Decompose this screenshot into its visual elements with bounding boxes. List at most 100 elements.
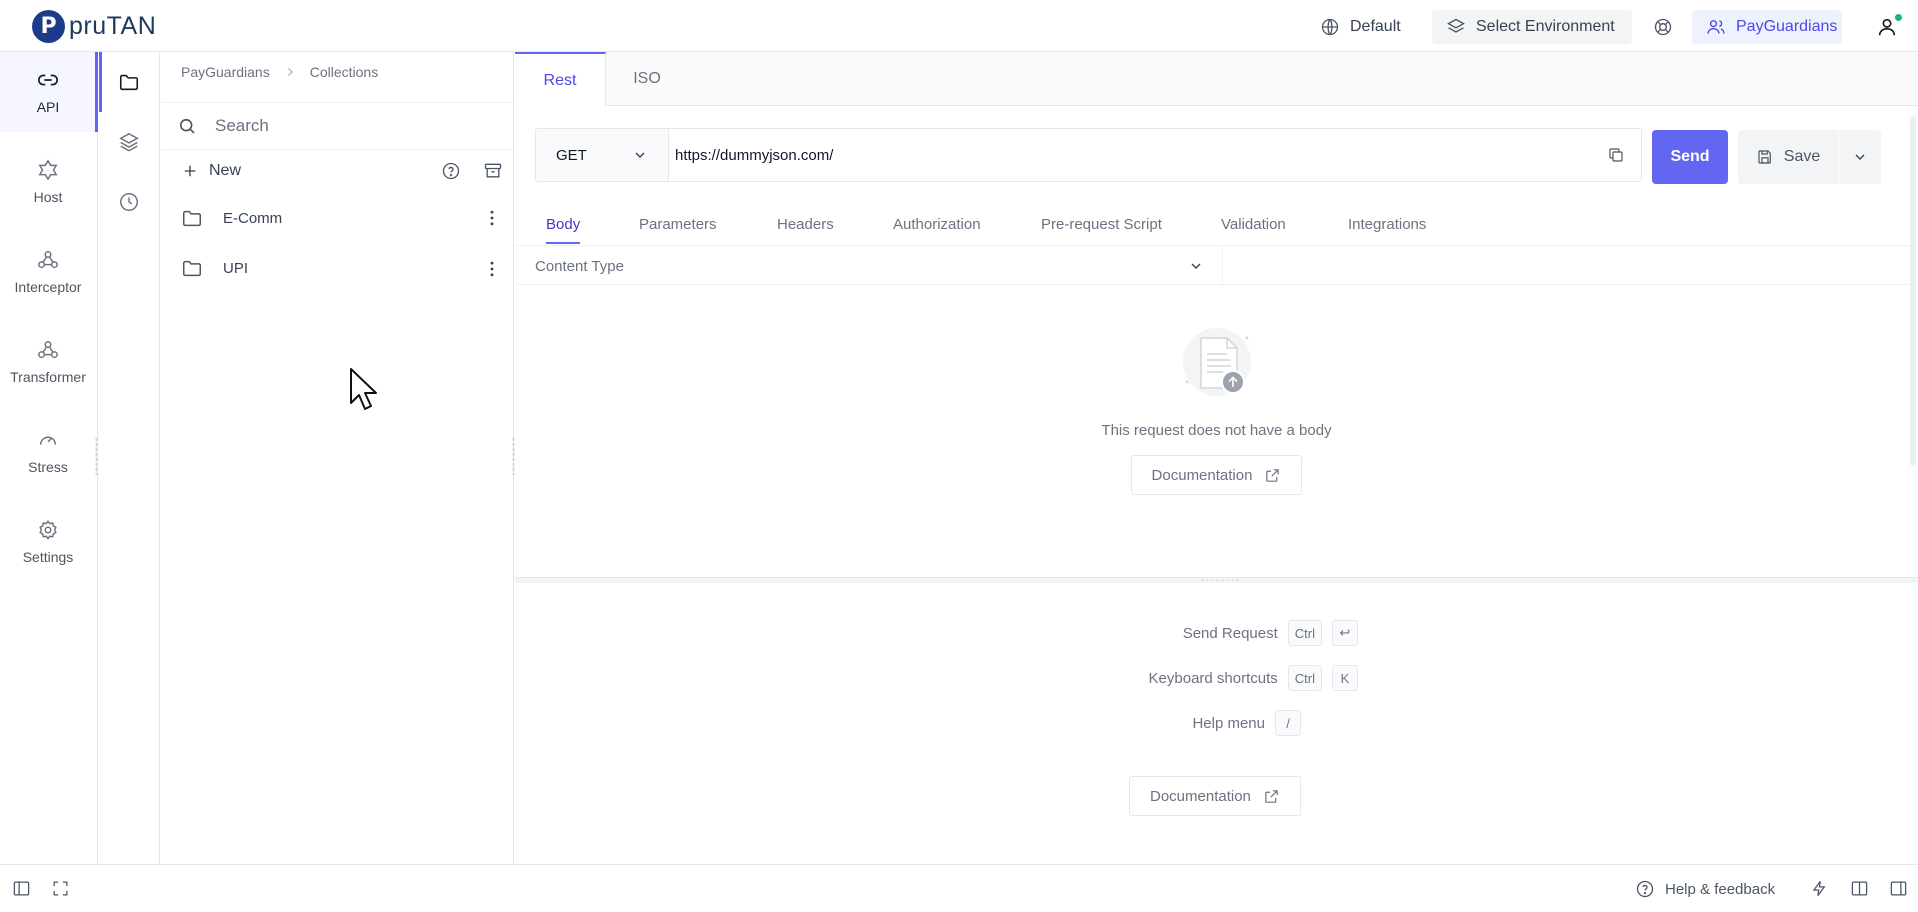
globe-icon xyxy=(1320,17,1340,37)
nav-label-host: Host xyxy=(33,189,63,205)
plus-icon[interactable] xyxy=(181,162,199,180)
lightning-icon xyxy=(1810,879,1829,898)
url-input[interactable]: https://dummyjson.com/ xyxy=(669,147,1607,164)
help-feedback-label: Help & feedback xyxy=(1665,880,1776,898)
history-tab-button[interactable] xyxy=(99,172,159,232)
folder-icon xyxy=(181,207,203,229)
profile-button[interactable] xyxy=(1872,12,1903,42)
splitter-grip xyxy=(1200,579,1240,582)
archive-icon xyxy=(483,161,503,181)
expand-icon xyxy=(51,879,70,898)
hexagon-icon xyxy=(37,159,59,181)
tab-body[interactable]: Body xyxy=(546,204,581,244)
status-bar: Help & feedback xyxy=(0,864,1918,912)
save-label: Save xyxy=(1783,148,1821,165)
nav-item-api[interactable]: API xyxy=(0,52,98,132)
send-button[interactable]: Send xyxy=(1652,130,1728,184)
nav-item-settings[interactable]: Settings xyxy=(0,502,96,582)
nav-item-host[interactable]: Host xyxy=(0,142,96,222)
documentation-label: Documentation xyxy=(1150,787,1251,805)
nav-item-stress[interactable]: Stress xyxy=(0,412,96,492)
more-vertical-icon xyxy=(482,259,502,279)
response-splitter[interactable] xyxy=(515,577,1918,583)
method-select[interactable]: GET xyxy=(536,129,669,181)
tab-pre-request-script[interactable]: Pre-request Script xyxy=(1041,204,1162,244)
nav-label-interceptor: Interceptor xyxy=(14,279,82,295)
tab-headers[interactable]: Headers xyxy=(777,204,834,244)
shortcut-label: Keyboard shortcuts xyxy=(1148,669,1278,687)
collection-menu-button[interactable] xyxy=(481,258,503,280)
shortcut-label: Send Request xyxy=(1182,624,1278,642)
editor-scrollbar[interactable] xyxy=(1908,112,1918,522)
nav-label-stress: Stress xyxy=(28,459,68,475)
search-input[interactable] xyxy=(215,116,495,136)
nav-item-transformer[interactable]: Transformer xyxy=(0,322,96,402)
collections-tab-button[interactable] xyxy=(99,52,159,112)
save-icon xyxy=(1756,148,1774,166)
documentation-link[interactable]: Documentation xyxy=(1130,455,1303,495)
fullscreen-button[interactable] xyxy=(49,877,71,899)
breadcrumb-workspace[interactable]: PayGuardians xyxy=(181,64,270,80)
save-options-button[interactable] xyxy=(1839,130,1881,184)
protocol-tabs: Rest ISO xyxy=(515,52,1918,107)
language-selector[interactable]: Default xyxy=(1306,10,1415,44)
kbd-key: ↩ xyxy=(1332,620,1358,646)
nav-item-interceptor[interactable]: Interceptor xyxy=(0,232,96,312)
kbd-key: K xyxy=(1332,665,1358,691)
gauge-icon xyxy=(37,429,59,451)
tab-parameters[interactable]: Parameters xyxy=(639,204,717,244)
shortcut-keyboard-shortcuts: Keyboard shortcuts Ctrl K xyxy=(1149,664,1358,692)
scrollbar-thumb[interactable] xyxy=(1910,116,1916,466)
help-button[interactable] xyxy=(440,160,462,182)
workspace-selector[interactable]: PayGuardians xyxy=(1692,10,1842,44)
archive-button[interactable] xyxy=(482,160,504,182)
chevron-down-icon xyxy=(632,147,648,163)
app-logo[interactable]: P pruTAN xyxy=(32,10,156,43)
tab-integrations[interactable]: Integrations xyxy=(1348,204,1426,244)
empty-body-message: This request does not have a body xyxy=(1101,422,1332,439)
response-documentation-link[interactable]: Documentation xyxy=(1129,776,1301,816)
split-view-button[interactable] xyxy=(1848,877,1870,899)
layers-icon xyxy=(118,131,140,153)
top-bar: P pruTAN Default Select Environment PayG… xyxy=(0,0,1918,52)
shortcut-help-menu: Help menu / xyxy=(1192,709,1301,737)
tab-authorization[interactable]: Authorization xyxy=(893,204,981,244)
environments-tab-button[interactable] xyxy=(99,112,159,172)
shortcuts-button[interactable] xyxy=(1808,877,1830,899)
collection-name: UPI xyxy=(223,259,249,277)
toggle-right-panel-button[interactable] xyxy=(1887,877,1909,899)
save-button[interactable]: Save xyxy=(1738,130,1838,184)
support-button[interactable] xyxy=(1648,12,1678,42)
breadcrumb: PayGuardians Collections xyxy=(181,64,378,80)
method-value: GET xyxy=(556,146,587,164)
documentation-label: Documentation xyxy=(1151,466,1253,484)
rail-resize-handle[interactable] xyxy=(95,437,98,475)
help-feedback-button[interactable]: Help & feedback xyxy=(1635,865,1775,912)
workspace-label: PayGuardians xyxy=(1736,18,1838,35)
collection-item-upi[interactable]: UPI xyxy=(161,246,513,290)
tab-rest[interactable]: Rest xyxy=(515,52,606,107)
folder-icon xyxy=(181,257,203,279)
environment-selector[interactable]: Select Environment xyxy=(1432,10,1632,44)
sidebar-icon xyxy=(12,879,31,898)
chevron-right-icon xyxy=(284,66,296,78)
tab-validation[interactable]: Validation xyxy=(1221,204,1286,244)
collection-menu-button[interactable] xyxy=(481,207,503,229)
search-icon xyxy=(177,116,197,136)
request-tabs: Body Parameters Headers Authorization Pr… xyxy=(515,204,1918,244)
language-label: Default xyxy=(1350,18,1401,35)
copy-icon[interactable] xyxy=(1607,146,1625,164)
collection-name: E-Comm xyxy=(223,209,283,227)
question-circle-icon xyxy=(441,161,461,181)
tab-iso[interactable]: ISO xyxy=(607,52,687,106)
breadcrumb-collections[interactable]: Collections xyxy=(310,64,378,80)
new-collection-button[interactable]: New xyxy=(209,162,241,180)
support-icon xyxy=(1653,17,1673,37)
collection-item-ecomm[interactable]: E-Comm xyxy=(161,196,513,240)
primary-nav-rail: API Host Interceptor Transformer Stress … xyxy=(0,52,98,864)
content-type-select[interactable]: Content Type xyxy=(535,246,1223,286)
user-icon xyxy=(1876,13,1903,38)
webhook-icon xyxy=(37,249,59,271)
external-link-icon xyxy=(1263,788,1280,805)
toggle-sidebar-button[interactable] xyxy=(10,877,32,899)
